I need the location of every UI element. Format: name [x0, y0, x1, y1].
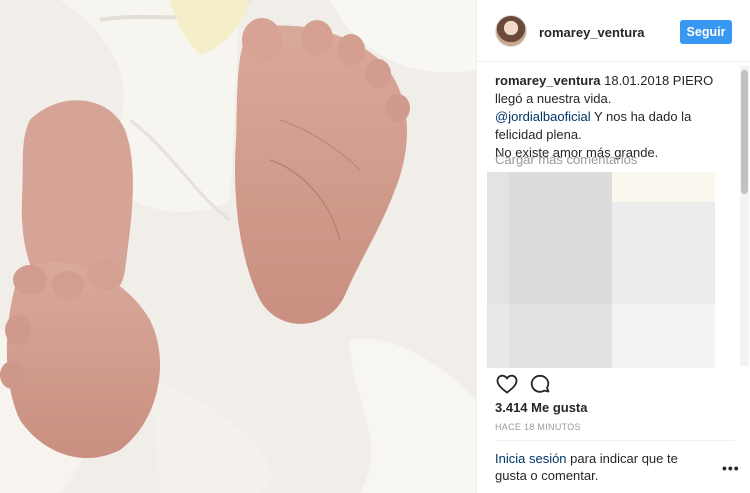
post-actions [495, 372, 735, 396]
caption-username[interactable]: romarey_ventura [495, 73, 601, 88]
load-more-comments[interactable]: Cargar más comentarios [495, 152, 637, 167]
post-timestamp: HACE 18 MINUTOS [495, 422, 581, 432]
divider [495, 440, 735, 441]
login-link[interactable]: Inicia sesión [495, 451, 567, 466]
login-prompt: Inicia sesión para indicar que te gusta … [495, 450, 710, 484]
comment-icon[interactable] [528, 372, 552, 396]
avatar[interactable] [495, 15, 527, 47]
post-photo [0, 0, 476, 493]
follow-button[interactable]: Seguir [680, 20, 732, 44]
comments-loading-placeholder [487, 172, 715, 368]
post-sidebar: romarey_ventura Seguir romarey_ventura 1… [476, 0, 750, 493]
post-header: romarey_ventura Seguir [477, 0, 750, 62]
heart-icon[interactable] [495, 372, 519, 396]
header-username[interactable]: romarey_ventura [539, 25, 645, 40]
likes-count[interactable]: 3.414 Me gusta [495, 400, 588, 415]
more-options-icon[interactable]: ••• [722, 460, 740, 476]
caption-mention[interactable]: @jordialbaoficial [495, 109, 591, 124]
comments-scrollbar[interactable] [740, 66, 749, 366]
scrollbar-thumb[interactable] [741, 70, 748, 194]
caption: romarey_ventura 18.01.2018 PIERO llegó a… [495, 72, 720, 162]
baby-feet-image [0, 0, 476, 493]
